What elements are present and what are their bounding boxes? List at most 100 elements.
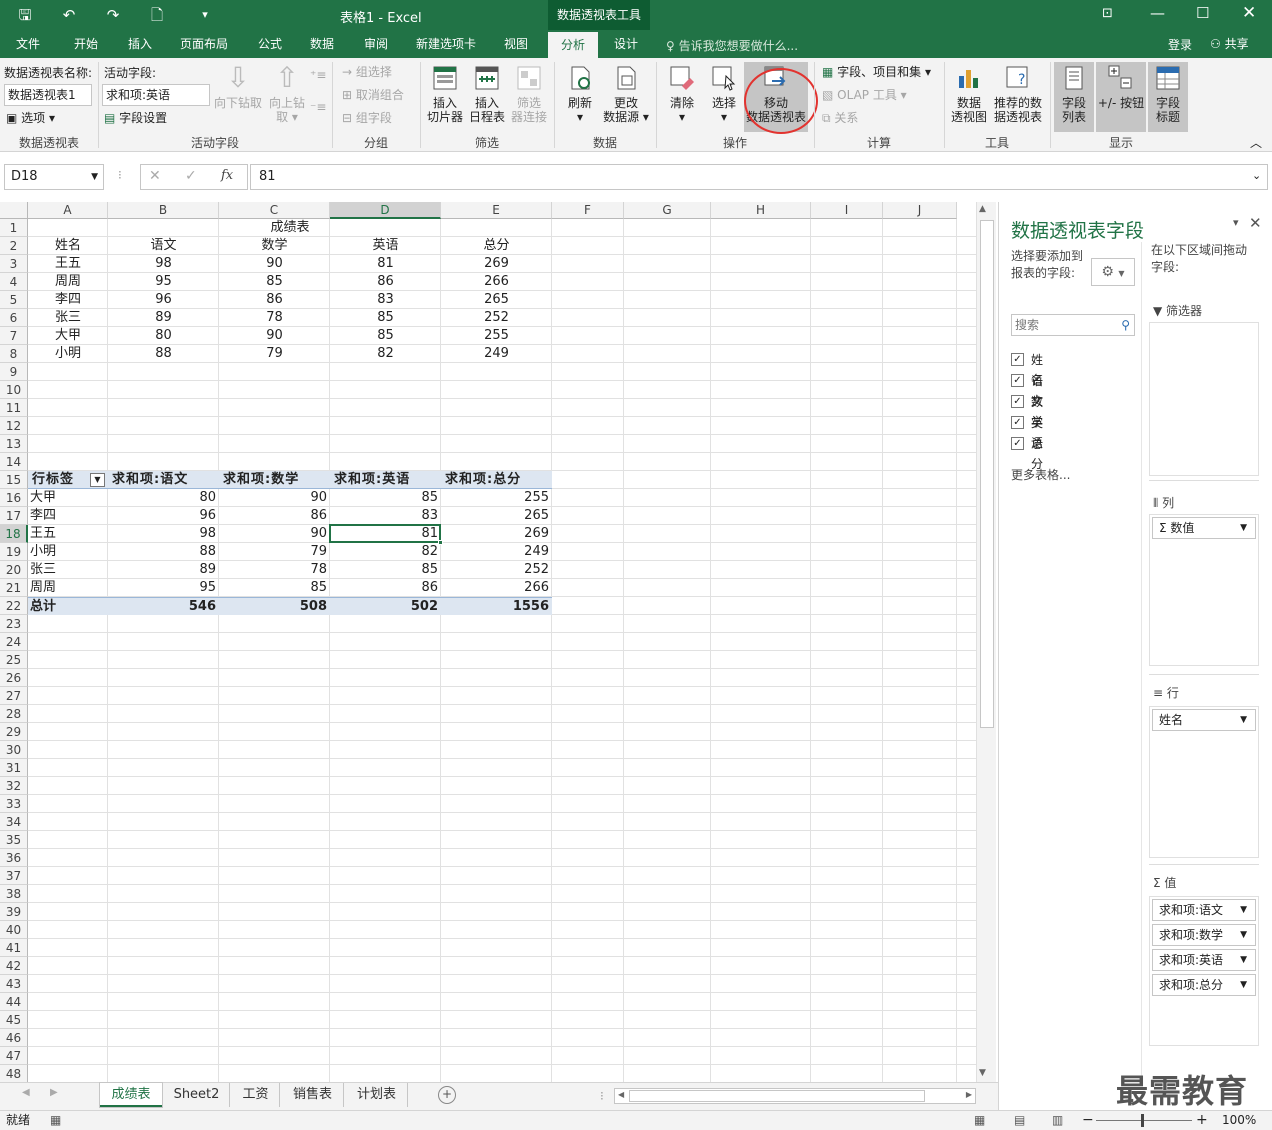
- vertical-scroll-thumb[interactable]: [980, 220, 994, 728]
- row-header[interactable]: 20: [0, 561, 28, 579]
- row-header[interactable]: 23: [0, 615, 28, 633]
- source-table-cell[interactable]: 80: [108, 327, 219, 345]
- page-layout-view-icon[interactable]: ▤: [1014, 1111, 1025, 1130]
- row-label-filter-button[interactable]: ▼: [90, 473, 105, 487]
- tab-review[interactable]: 审阅: [354, 30, 398, 58]
- pivot-cell[interactable]: 小明: [28, 543, 108, 561]
- source-table-title[interactable]: 成绩表: [28, 219, 552, 237]
- drill-down-button[interactable]: ⇩ 向下钻取: [212, 62, 264, 130]
- tab-data[interactable]: 数据: [300, 30, 344, 58]
- fields-items-sets-button[interactable]: ▦ 字段、项目和集 ▾: [822, 62, 931, 82]
- row-header[interactable]: 46: [0, 1029, 28, 1047]
- column-header-h[interactable]: H: [711, 202, 811, 219]
- fill-handle[interactable]: [438, 540, 443, 545]
- sheet-tab[interactable]: 计划表: [346, 1083, 408, 1107]
- row-header[interactable]: 2: [0, 237, 28, 255]
- row-header[interactable]: 39: [0, 903, 28, 921]
- sign-in-link[interactable]: 登录: [1168, 36, 1192, 53]
- row-header[interactable]: 15: [0, 471, 28, 489]
- pivotchart-button[interactable]: 数据 透视图: [948, 62, 990, 130]
- source-table-cell[interactable]: 小明: [28, 345, 108, 363]
- source-table-cell[interactable]: 83: [330, 291, 441, 309]
- source-table-cell[interactable]: 李四: [28, 291, 108, 309]
- field-list-toggle[interactable]: 字段 列表: [1054, 62, 1094, 132]
- source-table-cell[interactable]: 96: [108, 291, 219, 309]
- tab-formulas[interactable]: 公式: [248, 30, 292, 58]
- pivot-cell[interactable]: 252: [441, 561, 552, 579]
- pivot-cell[interactable]: 80: [108, 489, 219, 507]
- row-header[interactable]: 30: [0, 741, 28, 759]
- source-table-cell[interactable]: 79: [219, 345, 330, 363]
- pivot-cell[interactable]: 266: [441, 579, 552, 597]
- tab-new[interactable]: 新建选项卡: [408, 30, 484, 58]
- row-header[interactable]: 12: [0, 417, 28, 435]
- source-table-cell[interactable]: 252: [441, 309, 552, 327]
- source-table-cell[interactable]: 266: [441, 273, 552, 291]
- pivot-cell[interactable]: 78: [219, 561, 330, 579]
- pivot-total-cell[interactable]: 546: [108, 597, 219, 615]
- scroll-down-icon[interactable]: ▼: [979, 1068, 986, 1078]
- source-table-cell[interactable]: 269: [441, 255, 552, 273]
- pivot-header[interactable]: 求和项:数学: [219, 471, 330, 489]
- source-table-cell[interactable]: 90: [219, 255, 330, 273]
- row-header[interactable]: 17: [0, 507, 28, 525]
- pivot-header[interactable]: 求和项:语文: [108, 471, 219, 489]
- column-header-c[interactable]: C: [219, 202, 330, 219]
- column-header-i[interactable]: I: [811, 202, 883, 219]
- pivot-cell[interactable]: 249: [441, 543, 552, 561]
- row-header[interactable]: 7: [0, 327, 28, 345]
- checkbox-checked-icon[interactable]: ✓: [1011, 395, 1024, 408]
- pivot-cell[interactable]: 79: [219, 543, 330, 561]
- row-header[interactable]: 10: [0, 381, 28, 399]
- values-item[interactable]: 求和项:语文 ▼: [1152, 899, 1256, 921]
- row-header[interactable]: 43: [0, 975, 28, 993]
- zoom-level[interactable]: 100%: [1222, 1111, 1256, 1130]
- source-table-header[interactable]: 语文: [108, 237, 219, 255]
- select-button[interactable]: 选择 ▾: [704, 62, 744, 130]
- pivot-total-cell[interactable]: 508: [219, 597, 330, 615]
- pivot-cell[interactable]: 李四: [28, 507, 108, 525]
- row-header[interactable]: 19: [0, 543, 28, 561]
- source-table-cell[interactable]: 98: [108, 255, 219, 273]
- selected-cell-d18[interactable]: [329, 524, 441, 543]
- undo-icon[interactable]: ↶: [58, 4, 80, 26]
- row-header[interactable]: 40: [0, 921, 28, 939]
- macro-record-icon[interactable]: ▦: [50, 1111, 61, 1130]
- scroll-left-icon[interactable]: ◀: [618, 1090, 624, 1099]
- pivot-cell[interactable]: 265: [441, 507, 552, 525]
- column-header-b[interactable]: B: [108, 202, 219, 219]
- zoom-slider-thumb[interactable]: [1141, 1114, 1144, 1127]
- filters-area[interactable]: [1149, 322, 1259, 476]
- row-header[interactable]: 29: [0, 723, 28, 741]
- source-table-cell[interactable]: 255: [441, 327, 552, 345]
- source-table-header[interactable]: 姓名: [28, 237, 108, 255]
- tab-insert[interactable]: 插入: [118, 30, 162, 58]
- next-sheet-icon[interactable]: ▶: [50, 1087, 58, 1098]
- row-header[interactable]: 14: [0, 453, 28, 471]
- tab-page-layout[interactable]: 页面布局: [172, 30, 236, 58]
- column-header-a[interactable]: A: [28, 202, 108, 219]
- pivot-header[interactable]: 求和项:总分: [441, 471, 552, 489]
- checkbox-checked-icon[interactable]: ✓: [1011, 416, 1024, 429]
- row-header[interactable]: 5: [0, 291, 28, 309]
- close-icon[interactable]: ✕: [1242, 3, 1256, 23]
- group-selection-button[interactable]: → 组选择: [342, 62, 392, 82]
- source-table-cell[interactable]: 88: [108, 345, 219, 363]
- options-button[interactable]: ▣ 选项 ▾: [6, 108, 55, 128]
- row-header[interactable]: 6: [0, 309, 28, 327]
- source-table-cell[interactable]: 90: [219, 327, 330, 345]
- pivot-cell[interactable]: 255: [441, 489, 552, 507]
- values-item[interactable]: 求和项:总分 ▼: [1152, 974, 1256, 996]
- olap-tools-button[interactable]: ▧ OLAP 工具 ▾: [822, 85, 907, 105]
- ungroup-button[interactable]: ⊞ 取消组合: [342, 85, 404, 105]
- row-header[interactable]: 13: [0, 435, 28, 453]
- refresh-button[interactable]: 刷新 ▾: [560, 62, 600, 130]
- values-item[interactable]: 求和项:英语 ▼: [1152, 949, 1256, 971]
- clear-button[interactable]: 清除 ▾: [662, 62, 702, 130]
- source-table-cell[interactable]: 249: [441, 345, 552, 363]
- row-header[interactable]: 44: [0, 993, 28, 1011]
- pivot-cell[interactable]: 大甲: [28, 489, 108, 507]
- source-table-cell[interactable]: 81: [330, 255, 441, 273]
- tab-analyze[interactable]: 分析: [548, 32, 598, 58]
- pivot-cell[interactable]: 96: [108, 507, 219, 525]
